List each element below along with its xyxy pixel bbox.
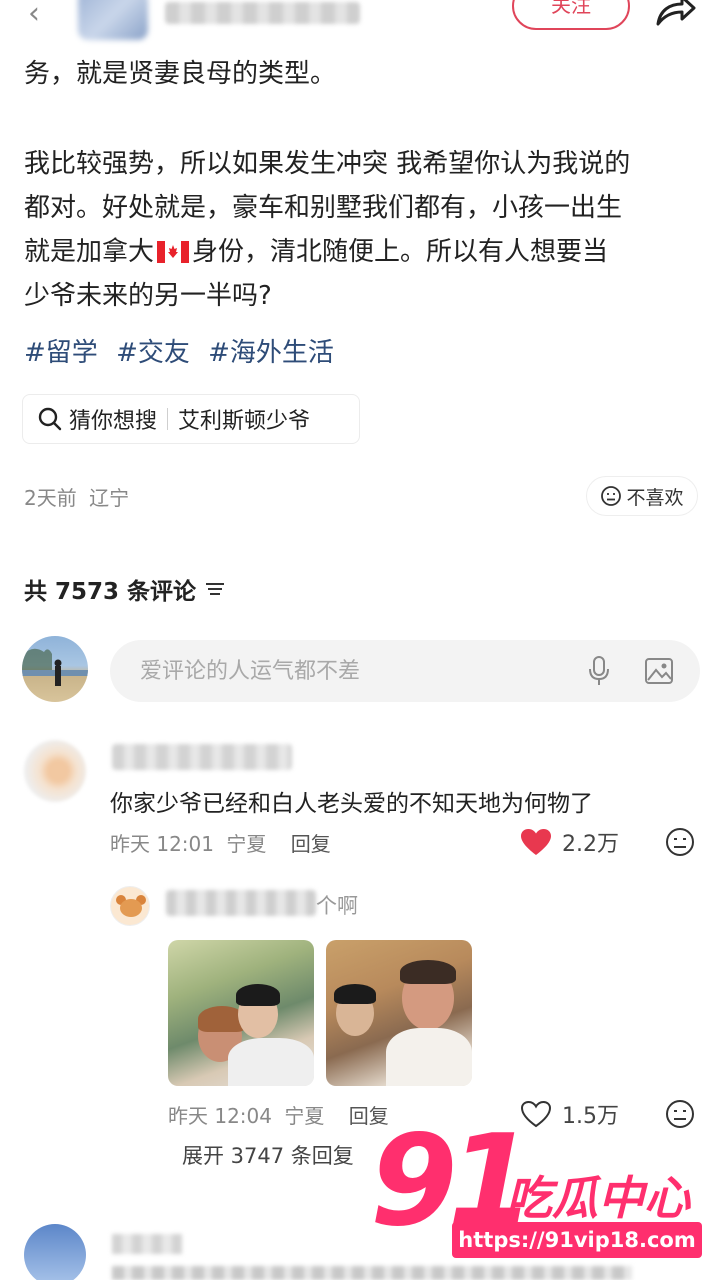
post-paragraph: 我比较强势，所以如果发生冲突 我希望你认为我说的 都对。好处就是，豪车和别墅我们… [24,142,700,318]
like-button[interactable]: 2.2万 [520,826,619,858]
reply-time: 昨天 12:04 [168,1104,272,1128]
like-count: 2.2万 [562,832,619,857]
post-text-line: 就是加拿大 身份，清北随便上。所以有人想要当 [24,230,700,274]
photo-person-hair [236,984,280,1006]
dislike-button[interactable]: 不喜欢 [586,476,698,516]
comment-location: 宁夏 [226,832,267,856]
search-icon [38,407,62,431]
comment-text: 你家少爷已经和白人老头爱的不知天地为何物了 [110,791,593,817]
commenter-avatar[interactable] [24,1224,86,1280]
post-text-line: 我比较强势，所以如果发生冲突 我希望你认为我说的 [24,149,631,179]
post-text-line: 少爷未来的另一半吗? [24,281,272,311]
photo-person-hair [400,960,456,984]
follow-button[interactable]: 关注 [512,0,630,30]
reply-photo[interactable] [168,940,314,1086]
avatar-photo [22,648,88,686]
share-icon[interactable] [652,0,696,28]
my-avatar[interactable] [22,636,88,702]
comment-count-header: 共 7573 条评论 [24,572,226,606]
hashtag-row: #留学 #交友 #海外生活 [24,332,344,369]
post-text-segment: 就是加拿大 [24,237,155,267]
like-button[interactable]: 1.5万 [520,1098,619,1130]
top-bar: ‹ 关注 [0,0,720,44]
image-icon[interactable] [644,656,674,686]
comment-text-blurred [112,1266,632,1280]
dislike-face-icon[interactable] [664,1098,696,1130]
post-text-segment: 身份，清北随便上。所以有人想要当 [192,237,609,267]
dislike-label: 不喜欢 [626,486,684,509]
watermark-url: https://91vip18.com [452,1222,702,1258]
canada-flag-icon [157,241,190,263]
post-detail-page: ‹ 关注 务，就是贤妻良母的类型。 我比较强势，所以如果发生冲突 我希望你认为我… [0,0,720,1280]
post-location: 辽宁 [89,486,130,510]
post-text-line: 都对。好处就是，豪车和别墅我们都有，小孩一出生 [24,193,623,223]
reply-photo[interactable] [326,940,472,1086]
microphone-icon[interactable] [586,655,612,687]
dislike-face-icon[interactable] [664,826,696,858]
author-avatar[interactable] [78,0,148,40]
commenter-name-blurred[interactable] [112,744,292,770]
comment-input[interactable] [140,654,560,688]
commenter-avatar[interactable] [24,740,86,802]
commenter-name-blurred[interactable] [112,1234,182,1254]
replier-name-blurred[interactable] [166,890,316,916]
guess-label: 猜你想搜 [69,409,158,434]
sort-icon[interactable] [204,580,226,598]
back-arrow-icon[interactable]: ‹ [28,0,40,31]
heart-filled-icon [521,829,551,855]
expand-replies-link[interactable]: 展开 3747 条回复 [182,1140,354,1170]
guess-search-chip[interactable]: 猜你想搜 艾利斯顿少爷 [22,394,360,444]
post-text-line: 务，就是贤妻良母的类型。 [24,59,337,89]
photo-person-hair [334,984,376,1004]
like-count: 1.5万 [562,1104,619,1129]
hashtag[interactable]: #海外生活 [208,338,334,368]
comment-meta: 昨天 12:01 宁夏 回复 [110,828,331,857]
reply-text: 个啊 [316,894,358,918]
post-time: 2天前 [24,486,77,510]
comment-time: 昨天 12:01 [110,832,214,856]
author-name-blurred[interactable] [165,2,360,24]
reply-meta: 昨天 12:04 宁夏 回复 [168,1100,389,1129]
hashtag[interactable]: #留学 [24,338,98,368]
reply-button[interactable]: 回复 [291,832,331,856]
avatar-face [120,899,142,917]
comment-count-text: 共 7573 条评论 [24,579,197,605]
replier-avatar[interactable] [110,886,150,926]
comment-input-box[interactable] [110,640,700,702]
divider [167,408,169,430]
reply-location: 宁夏 [284,1104,325,1128]
guess-term: 艾利斯顿少爷 [178,409,311,434]
sad-face-icon [601,486,622,506]
post-meta: 2天前 辽宁 [24,482,129,511]
photo-person-shirt [228,1038,314,1086]
photo-person-shirt [386,1028,472,1086]
hashtag[interactable]: #交友 [116,338,190,368]
watermark-name: 吃瓜中心 [506,1171,690,1225]
